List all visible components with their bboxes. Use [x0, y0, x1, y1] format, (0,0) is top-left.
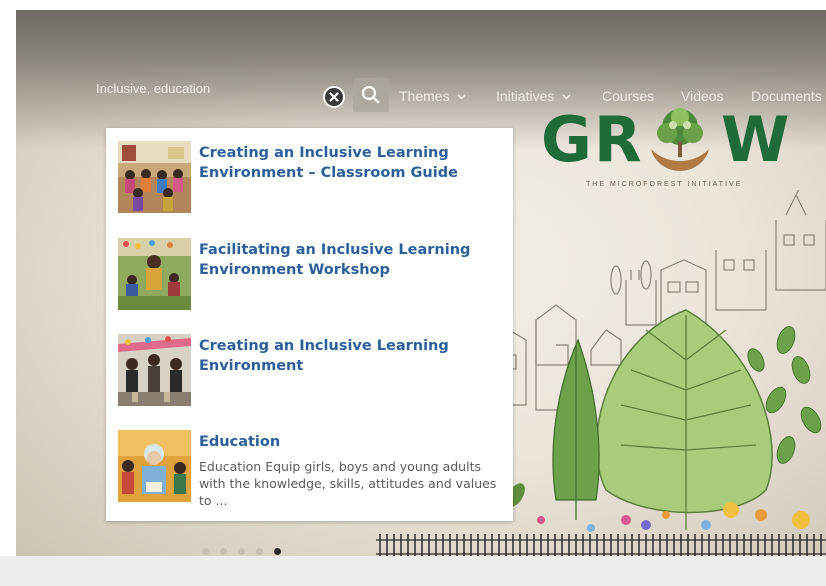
- nav-initiatives[interactable]: Initiatives: [496, 88, 571, 104]
- chevron-down-icon: [457, 94, 467, 100]
- search-result[interactable]: Creating an Inclusive Learning Environme…: [106, 141, 513, 219]
- search-result[interactable]: Education Education Equip girls, boys an…: [106, 430, 513, 516]
- result-thumbnail: [118, 141, 191, 213]
- result-thumbnail: [118, 430, 191, 502]
- page-bottom-strip: [0, 556, 826, 586]
- result-title[interactable]: Facilitating an Inclusive Learning Envir…: [199, 240, 489, 280]
- search-results-dropdown: Creating an Inclusive Learning Environme…: [106, 128, 513, 521]
- logo-text-right: W: [721, 103, 792, 176]
- result-thumbnail: [118, 238, 191, 310]
- nav-courses[interactable]: Courses: [602, 88, 654, 104]
- carousel-dot[interactable]: [256, 548, 263, 555]
- carousel-dot-active[interactable]: [274, 548, 281, 555]
- search-icon: [361, 85, 380, 104]
- grow-logo[interactable]: GR W THE MICROFOREST INITIATIVE: [541, 103, 826, 198]
- chevron-down-icon: [562, 94, 571, 100]
- result-title[interactable]: Creating an Inclusive Learning Environme…: [199, 336, 489, 376]
- search-result[interactable]: Facilitating an Inclusive Learning Envir…: [106, 238, 513, 316]
- nav-themes[interactable]: Themes: [399, 88, 467, 104]
- result-title[interactable]: Creating an Inclusive Learning Environme…: [199, 143, 489, 183]
- nav-documents[interactable]: Documents: [751, 88, 822, 104]
- search-result[interactable]: Creating an Inclusive Learning Environme…: [106, 334, 513, 412]
- nav-initiatives-label: Initiatives: [496, 88, 555, 104]
- result-thumbnail: [118, 334, 191, 406]
- logo-tagline: THE MICROFOREST INITIATIVE: [586, 181, 743, 188]
- clear-search-button[interactable]: [323, 86, 345, 108]
- close-icon: [325, 88, 343, 106]
- carousel-dot[interactable]: [238, 548, 245, 555]
- carousel-dot[interactable]: [220, 548, 227, 555]
- result-description: Education Equip girls, boys and young ad…: [199, 459, 497, 508]
- search-button[interactable]: [353, 78, 389, 112]
- tree-hands-icon: [651, 108, 709, 171]
- nav-videos[interactable]: Videos: [681, 88, 724, 104]
- nav-courses-label: Courses: [602, 88, 655, 104]
- carousel-dot[interactable]: [202, 548, 209, 555]
- result-title[interactable]: Education: [199, 432, 489, 452]
- nav-documents-label: Documents: [751, 88, 822, 104]
- search-input[interactable]: [96, 76, 306, 100]
- nav-videos-label: Videos: [681, 88, 724, 104]
- logo-text-left: GR: [541, 103, 644, 176]
- nav-themes-label: Themes: [399, 88, 450, 104]
- hero-banner: Themes Initiatives Courses Videos Docume…: [16, 10, 826, 578]
